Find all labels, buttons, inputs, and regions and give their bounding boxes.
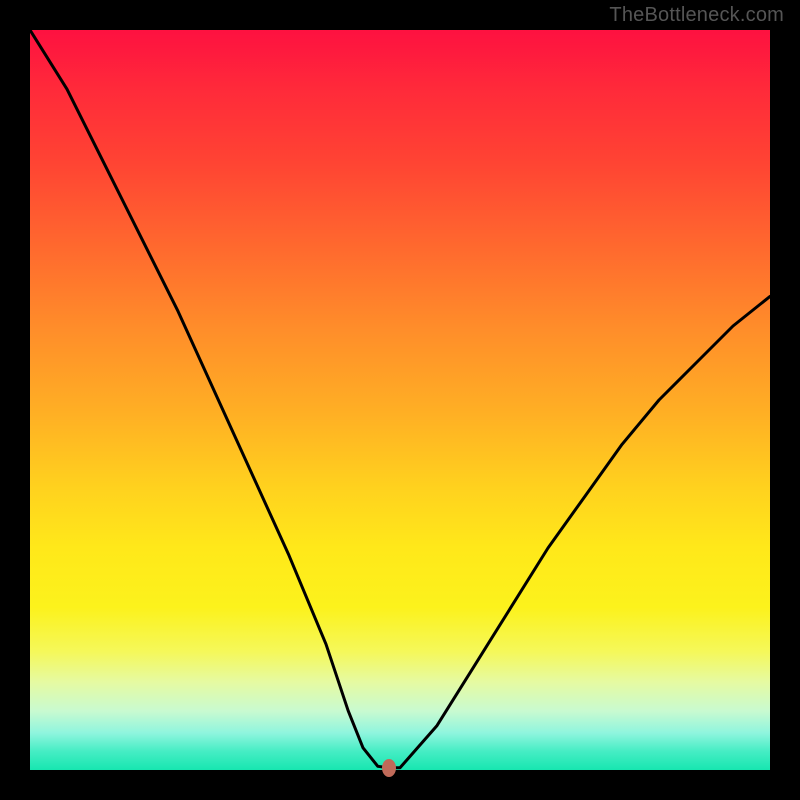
optimal-point-marker (382, 759, 396, 777)
chart-frame: TheBottleneck.com (0, 0, 800, 800)
watermark-text: TheBottleneck.com (609, 4, 784, 27)
plot-area (30, 30, 770, 770)
